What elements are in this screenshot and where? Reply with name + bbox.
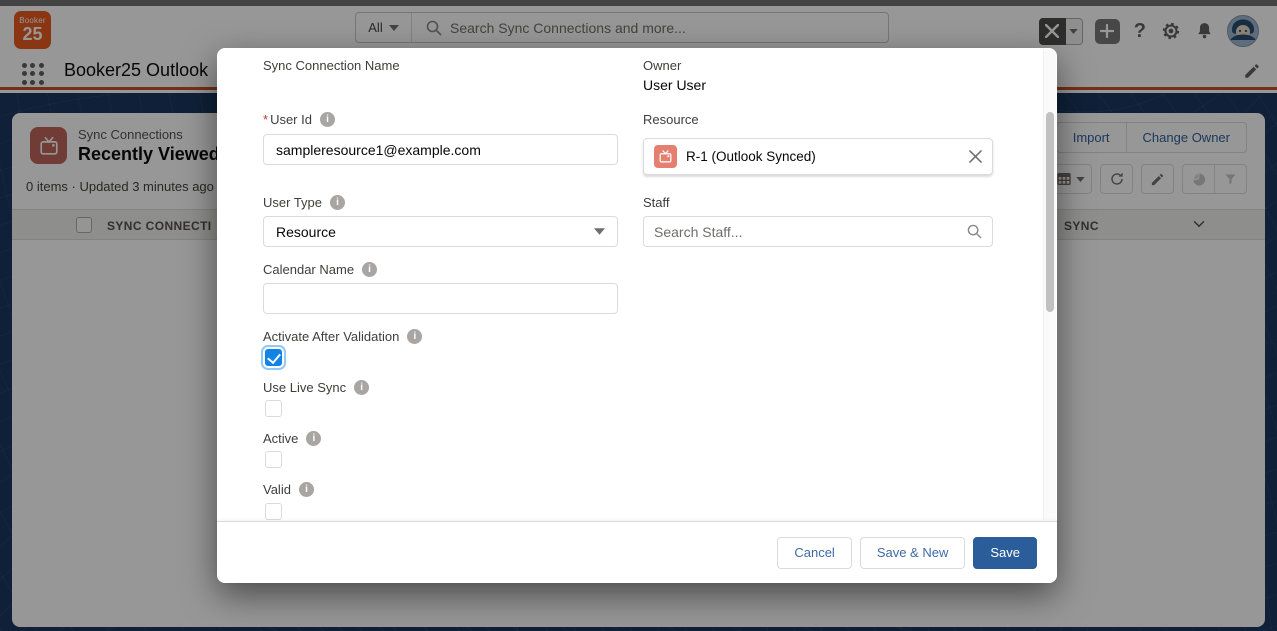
new-sync-connection-modal: Sync Connection Name Owner User User *Us…	[217, 48, 1057, 583]
resource-pill-text: R-1 (Outlook Synced)	[686, 149, 960, 164]
save-and-new-button[interactable]: Save & New	[860, 537, 966, 569]
search-icon	[967, 224, 982, 239]
user-id-input[interactable]	[263, 134, 618, 165]
valid-label: Valid i	[263, 482, 314, 497]
use-live-sync-label: Use Live Sync i	[263, 380, 369, 395]
modal-scrollbar[interactable]	[1043, 49, 1056, 520]
info-icon[interactable]: i	[354, 380, 369, 395]
required-asterisk: *	[263, 112, 268, 127]
info-icon[interactable]: i	[362, 262, 377, 277]
modal-body: Sync Connection Name Owner User User *Us…	[217, 48, 1057, 521]
sync-connection-name-label: Sync Connection Name	[263, 58, 400, 73]
user-type-value: Resource	[276, 224, 594, 240]
modal-scrollbar-thumb[interactable]	[1046, 112, 1054, 312]
staff-search-field[interactable]	[643, 216, 993, 247]
active-label: Active i	[263, 431, 321, 446]
valid-checkbox[interactable]	[265, 503, 282, 520]
staff-search-input[interactable]	[654, 224, 967, 240]
activate-after-validation-checkbox-wrap	[265, 349, 282, 366]
user-type-select[interactable]: Resource	[263, 216, 618, 247]
modal-footer: Cancel Save & New Save	[217, 521, 1057, 583]
owner-label: Owner	[643, 58, 681, 73]
user-type-label: User Type i	[263, 195, 345, 210]
caret-down-icon	[594, 228, 605, 235]
staff-label: Staff	[643, 195, 670, 210]
save-button[interactable]: Save	[973, 537, 1037, 569]
info-icon[interactable]: i	[320, 112, 335, 127]
active-checkbox[interactable]	[265, 451, 282, 468]
screen: Booker 25 All	[0, 0, 1277, 631]
cancel-button[interactable]: Cancel	[777, 537, 851, 569]
activate-after-validation-checkbox[interactable]	[265, 349, 282, 366]
remove-resource-x-icon[interactable]	[969, 150, 982, 163]
info-icon[interactable]: i	[306, 431, 321, 446]
user-id-label: *User Id i	[263, 112, 335, 127]
calendar-name-label: Calendar Name i	[263, 262, 377, 277]
info-icon[interactable]: i	[407, 329, 422, 344]
info-icon[interactable]: i	[330, 195, 345, 210]
resource-label: Resource	[643, 112, 699, 127]
owner-value: User User	[643, 77, 706, 93]
use-live-sync-checkbox[interactable]	[265, 400, 282, 417]
info-icon[interactable]: i	[299, 482, 314, 497]
activate-after-validation-label: Activate After Validation i	[263, 329, 422, 344]
resource-lookup-pill[interactable]: R-1 (Outlook Synced)	[643, 138, 993, 175]
resource-pill-icon	[654, 145, 677, 168]
calendar-name-input[interactable]	[263, 283, 618, 314]
